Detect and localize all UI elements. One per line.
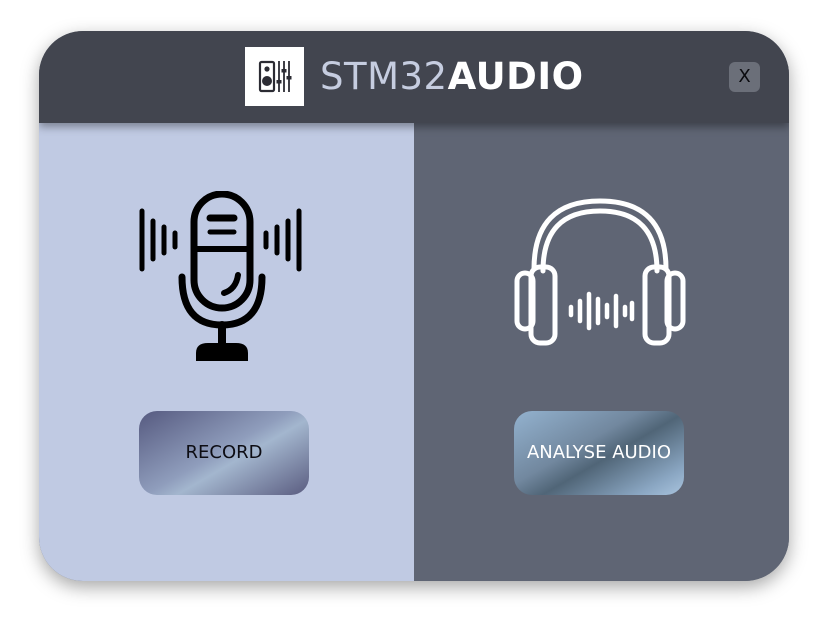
app-title: STM32AUDIO: [320, 51, 584, 103]
app-title-part1: STM32: [320, 55, 448, 98]
record-panel: RECORD: [39, 123, 414, 581]
title-bar: STM32AUDIO X: [39, 31, 789, 123]
close-button[interactable]: X: [729, 62, 760, 92]
analyse-audio-button[interactable]: ANALYSE AUDIO: [514, 411, 684, 495]
app-title-part2: AUDIO: [447, 55, 584, 98]
microphone-icon: [139, 191, 302, 361]
analyse-panel: ANALYSE AUDIO: [414, 123, 789, 581]
mixer-speaker-icon: [258, 60, 292, 93]
headphones-icon: [514, 198, 686, 346]
app-logo: [245, 47, 304, 106]
record-button[interactable]: RECORD: [139, 411, 309, 495]
app-window: STM32AUDIO X RECORD ANALYSE AUDIO: [39, 31, 789, 581]
